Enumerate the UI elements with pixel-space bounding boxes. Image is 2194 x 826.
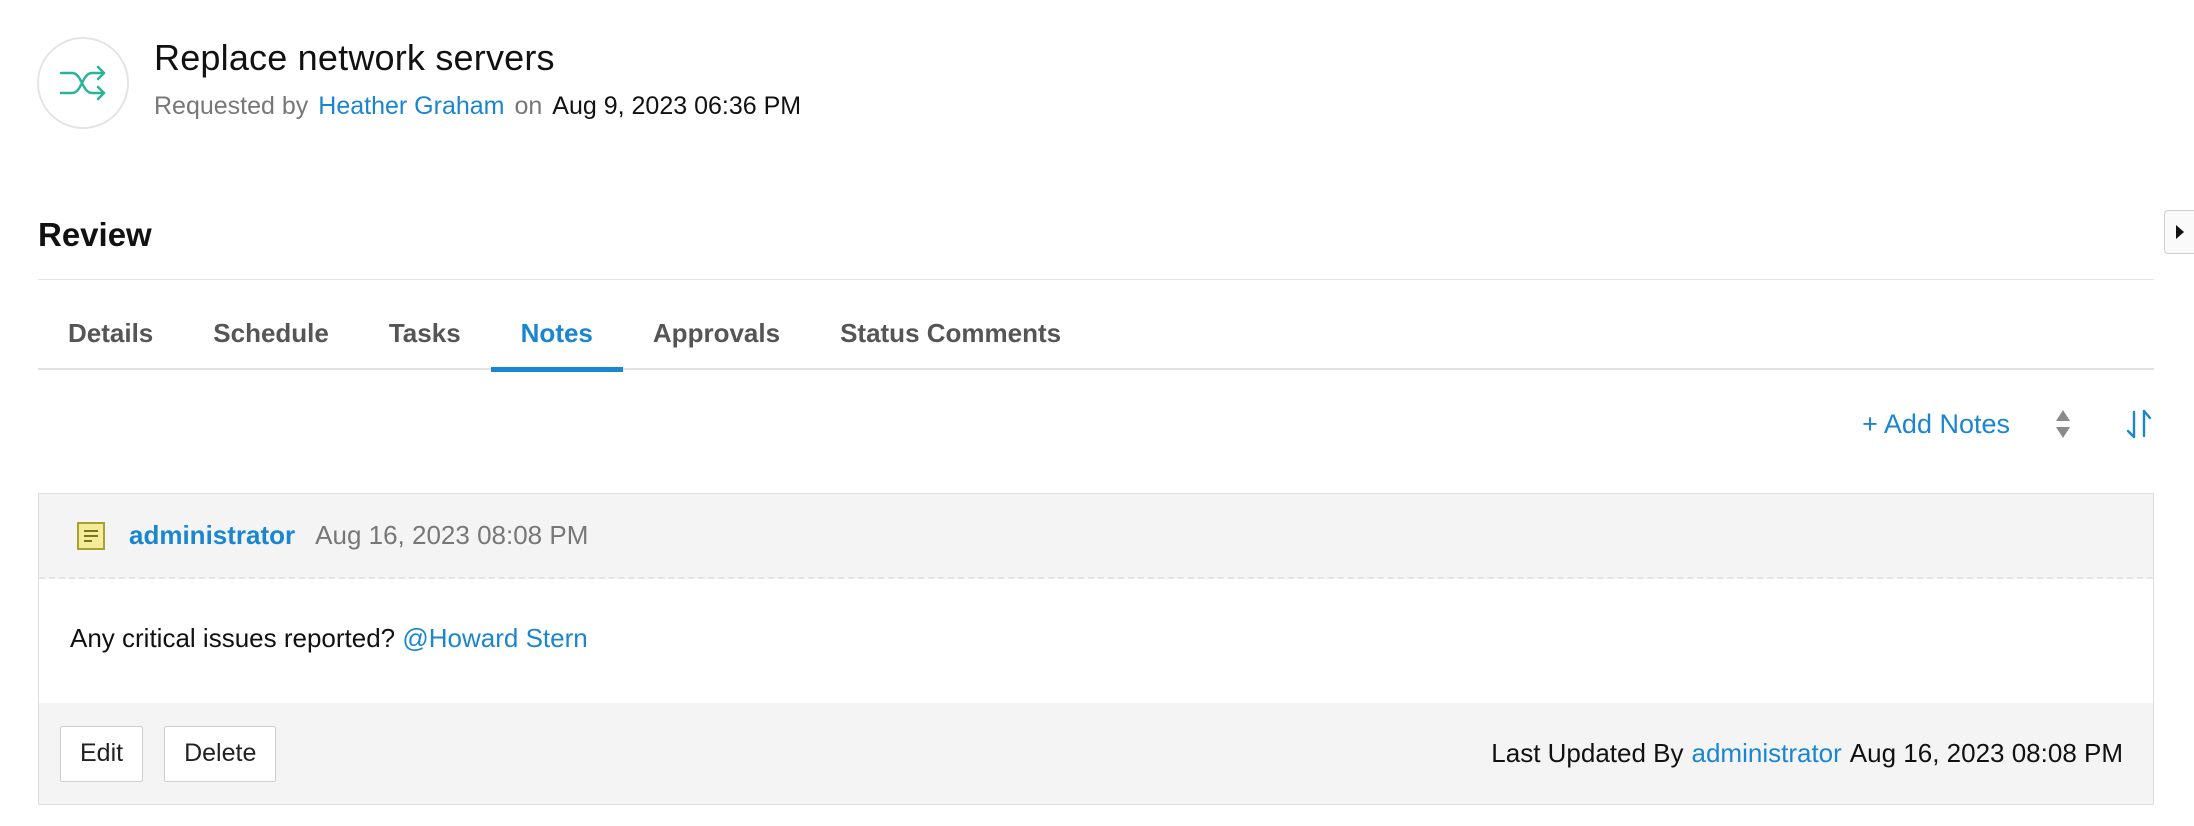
tab-schedule[interactable]: Schedule bbox=[183, 306, 359, 370]
divider bbox=[38, 279, 2154, 280]
tab-bar: Details Schedule Tasks Notes Approvals S… bbox=[38, 306, 2154, 372]
requester-link[interactable]: Heather Graham bbox=[318, 90, 504, 122]
tab-notes[interactable]: Notes bbox=[490, 306, 624, 372]
note-date: Aug 16, 2023 08:08 PM bbox=[315, 520, 589, 550]
last-updated-by-link[interactable]: administrator bbox=[1692, 738, 1842, 769]
add-notes-button[interactable]: + Add Notes bbox=[1862, 409, 2010, 440]
sort-order-icon[interactable] bbox=[2124, 408, 2154, 440]
note-text: Any critical issues reported? bbox=[70, 623, 396, 653]
requested-by-label: Requested by bbox=[154, 92, 309, 120]
tab-status-comments[interactable]: Status Comments bbox=[810, 306, 1091, 370]
last-updated-info: Last Updated By administrator Aug 16, 20… bbox=[1491, 738, 2123, 769]
note-header: administrator Aug 16, 2023 08:08 PM bbox=[39, 494, 2153, 579]
note-author-link[interactable]: administrator bbox=[129, 520, 295, 551]
page-title: Replace network servers bbox=[154, 37, 555, 78]
note-footer: Edit Delete Last Updated By administrato… bbox=[39, 703, 2153, 804]
request-header: Replace network servers Requested by Hea… bbox=[37, 37, 801, 129]
tab-approvals[interactable]: Approvals bbox=[623, 306, 810, 370]
tab-tasks[interactable]: Tasks bbox=[359, 306, 491, 370]
caret-right-icon bbox=[2175, 225, 2184, 239]
note-body: Any critical issues reported? @Howard St… bbox=[39, 579, 2153, 703]
requested-date: Aug 9, 2023 06:36 PM bbox=[552, 92, 802, 120]
requested-by-line: Requested by Heather Graham on Aug 9, 20… bbox=[154, 90, 801, 122]
tab-details[interactable]: Details bbox=[38, 306, 183, 370]
section-heading: Review bbox=[38, 216, 152, 253]
sort-updown-icon[interactable] bbox=[2054, 408, 2072, 440]
shuffle-icon bbox=[59, 65, 106, 101]
note-icon bbox=[76, 521, 106, 551]
mention-link[interactable]: @Howard Stern bbox=[402, 623, 587, 653]
notes-toolbar: + Add Notes bbox=[1862, 408, 2154, 440]
delete-button[interactable]: Delete bbox=[164, 725, 277, 782]
last-updated-date: Aug 16, 2023 08:08 PM bbox=[1849, 738, 2123, 768]
change-type-avatar bbox=[37, 37, 129, 129]
panel-toggle-button[interactable] bbox=[2164, 210, 2194, 254]
edit-button[interactable]: Edit bbox=[60, 725, 144, 782]
last-updated-label: Last Updated By bbox=[1491, 738, 1684, 768]
note-card: administrator Aug 16, 2023 08:08 PM Any … bbox=[38, 493, 2154, 805]
on-label: on bbox=[514, 92, 543, 120]
